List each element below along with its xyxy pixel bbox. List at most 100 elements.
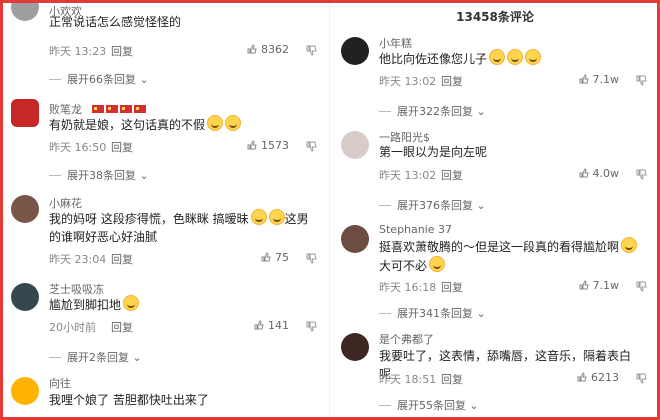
timestamp: 昨天 16:50	[49, 141, 107, 154]
avatar[interactable]	[11, 195, 39, 223]
avatar[interactable]	[11, 99, 39, 127]
like-button[interactable]: 7.1w	[579, 279, 620, 292]
like-count: 7.1w	[592, 279, 620, 292]
timestamp: 昨天 18:51	[379, 373, 437, 386]
flag-icon	[91, 105, 104, 113]
reply-button[interactable]: 回复	[441, 371, 463, 387]
avatar[interactable]	[341, 225, 369, 253]
like-count: 75	[275, 251, 289, 264]
thumb-up-icon	[577, 372, 587, 382]
laughing-emoji-icon	[507, 49, 524, 65]
thumb-down-icon[interactable]	[635, 167, 649, 181]
reply-button[interactable]: 回复	[441, 73, 463, 89]
comment-text: 第一眼以为是向左呢	[379, 145, 488, 159]
avatar[interactable]	[341, 333, 369, 361]
comment-text-body: 挺喜欢萧敬腾的～但是这一段真的看得尴尬啊	[379, 240, 620, 254]
comment-text-tail: 这男	[284, 212, 309, 226]
like-button[interactable]: 7.1w	[579, 73, 620, 86]
username[interactable]: 向往	[49, 375, 71, 391]
like-button[interactable]: 8362	[247, 43, 289, 56]
comment-meta: 昨天 16:18 回复 7.1w	[379, 279, 649, 295]
thumb-up-icon	[254, 320, 264, 330]
like-button[interactable]: 75	[261, 251, 289, 264]
avatar[interactable]	[341, 37, 369, 65]
chevron-down-icon: ⌄	[473, 199, 486, 212]
reply-button[interactable]: 回复	[111, 43, 133, 59]
comment-text-body: 尴尬到脚扣地	[49, 298, 122, 312]
reply-button[interactable]: 回复	[441, 279, 463, 295]
comment-meta: 20小时前 回复 141	[49, 319, 319, 335]
expand-replies-link[interactable]: 展开55条回复 ⌄	[379, 397, 479, 413]
like-count: 4.0w	[592, 167, 620, 180]
like-count: 1573	[261, 139, 289, 152]
comment-text-body: 大可不必	[379, 259, 428, 273]
thumb-down-icon[interactable]	[305, 251, 319, 265]
divider-line	[49, 175, 61, 176]
comment-text: 他比向佐还像您儿子	[379, 49, 641, 68]
timestamp: 昨天 13:23	[49, 45, 107, 58]
flag-icon	[119, 105, 132, 113]
reply-button[interactable]: 回复	[441, 167, 463, 183]
divider-line	[49, 357, 61, 358]
reply-button[interactable]: 回复	[111, 139, 133, 155]
thumb-down-icon[interactable]	[635, 279, 649, 293]
grin-emoji-icon	[207, 115, 224, 131]
like-button[interactable]: 1573	[247, 139, 289, 152]
like-count: 7.1w	[592, 73, 620, 86]
expand-replies-link[interactable]: 展开322条回复 ⌄	[379, 103, 486, 119]
chevron-down-icon: ⌄	[473, 307, 486, 320]
avatar[interactable]	[11, 377, 39, 405]
expand-replies-link[interactable]: 展开376条回复 ⌄	[379, 197, 486, 213]
comment-text-body: 有奶就是娘，这句话真的不假	[49, 118, 206, 132]
divider-line	[379, 405, 391, 406]
comment-text-line: 大可不必	[379, 256, 641, 275]
timestamp: 20小时前	[49, 321, 96, 334]
like-button[interactable]: 4.0w	[579, 167, 620, 180]
avatar[interactable]	[11, 283, 39, 311]
timestamp: 昨天 13:02	[379, 169, 437, 182]
comment-text: 挺喜欢萧敬腾的～但是这一段真的看得尴尬啊 大可不必	[379, 237, 641, 275]
comment-text-body: 他比向佐还像您儿子	[379, 52, 488, 66]
like-button[interactable]: 6213	[577, 371, 619, 384]
expand-replies-label: 展开55条回复	[397, 399, 466, 412]
comment-meta: 昨天 13:23 回复 8362	[49, 43, 319, 59]
username[interactable]: 是个弗都了	[379, 331, 434, 347]
username[interactable]: Stephanie 37	[379, 223, 452, 236]
like-count: 6213	[591, 371, 619, 384]
laughing-emoji-icon	[250, 209, 267, 225]
thumb-up-icon	[247, 44, 257, 54]
timestamp: 昨天 23:04	[49, 253, 107, 266]
grin-emoji-icon	[225, 115, 242, 131]
comment-meta: 昨天 13:02 回复 4.0w	[379, 167, 649, 183]
expand-replies-link[interactable]: 展开341条回复 ⌄	[379, 305, 486, 321]
chevron-down-icon: ⌄	[473, 105, 486, 118]
thumb-down-icon[interactable]	[305, 139, 319, 153]
avatar[interactable]	[341, 131, 369, 159]
timestamp: 昨天 13:02	[379, 75, 437, 88]
comment-panel: 小欢欢 正常说话怎么感觉怪怪的 昨天 13:23 回复 8362 展开66条回复…	[0, 0, 660, 420]
chevron-down-icon: ⌄	[466, 399, 479, 412]
expand-replies-link[interactable]: 展开2条回复 ⌄	[49, 349, 142, 365]
reply-button[interactable]: 回复	[111, 319, 133, 335]
like-button[interactable]: 141	[254, 319, 289, 332]
flag-icon	[105, 105, 118, 113]
reply-button[interactable]: 回复	[111, 251, 133, 267]
thumb-up-icon	[579, 168, 589, 178]
thumb-down-icon[interactable]	[305, 43, 319, 57]
thumb-down-icon[interactable]	[635, 73, 649, 87]
expand-replies-link[interactable]: 展开66条回复 ⌄	[49, 71, 149, 87]
comment-text: 正常说话怎么感觉怪怪的	[49, 15, 182, 29]
thumb-down-icon[interactable]	[635, 371, 649, 385]
comment-text: 有奶就是娘，这句话真的不假	[49, 115, 311, 134]
comment-text-line: 的谁啊好恶心好油腻	[49, 230, 158, 244]
laughing-emoji-icon	[429, 256, 446, 272]
thumb-up-icon	[579, 74, 589, 84]
flag-icon	[133, 105, 146, 113]
timestamp: 昨天 16:18	[379, 281, 437, 294]
thumb-down-icon[interactable]	[305, 319, 319, 333]
expand-replies-label: 展开38条回复	[67, 169, 136, 182]
chevron-down-icon: ⌄	[136, 73, 149, 86]
expand-replies-link[interactable]: 展开38条回复 ⌄	[49, 167, 149, 183]
avatar[interactable]	[11, 3, 39, 21]
expand-replies-label: 展开376条回复	[397, 199, 473, 212]
